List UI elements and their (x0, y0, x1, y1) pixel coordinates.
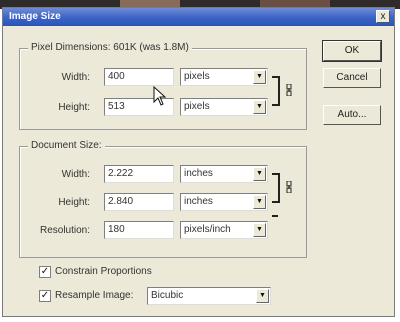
doc-width-label: Width: (61, 169, 90, 180)
doc-width-input[interactable]: 2.222 (104, 165, 174, 183)
dialog-title: Image Size (9, 11, 61, 22)
pixel-height-label: Height: (58, 102, 90, 113)
constrain-proportions-label: Constrain Proportions (55, 266, 152, 277)
image-size-dialog: Image Size x Pixel Dimensions: 601K (was… (2, 7, 395, 317)
pixel-height-unit-value: pixels (184, 101, 210, 112)
doc-link-bracket (272, 173, 280, 203)
pixel-height-unit-select[interactable]: pixels ▼ (180, 98, 268, 116)
chain-link-icon (286, 181, 292, 193)
resolution-unit-select[interactable]: pixels/inch ▼ (180, 221, 268, 239)
auto-button[interactable]: Auto... (323, 105, 381, 125)
resample-image-label: Resample Image: (55, 290, 134, 301)
resample-image-checkbox[interactable]: ✓ (39, 290, 51, 302)
chain-link-icon (286, 84, 292, 96)
resolution-label: Resolution: (39, 225, 90, 236)
pixel-link-bracket (272, 76, 280, 106)
close-button[interactable]: x (376, 10, 390, 23)
title-bar[interactable]: Image Size x (3, 8, 394, 26)
pixel-dimensions-legend: Pixel Dimensions: 601K (was 1.8M) (28, 42, 192, 53)
ok-button[interactable]: OK (322, 40, 382, 62)
document-size-group: Document Size: Width: 2.222 inches ▼ Hei… (19, 140, 307, 258)
pixel-width-unit-select[interactable]: pixels ▼ (180, 68, 268, 86)
constrain-proportions-checkbox[interactable]: ✓ (39, 266, 51, 278)
doc-width-unit-value: inches (184, 168, 213, 179)
document-size-legend: Document Size: (28, 140, 105, 151)
checkmark-icon: ✓ (40, 266, 50, 277)
chevron-down-icon[interactable]: ▼ (253, 70, 266, 84)
resolution-link-tick (272, 215, 278, 217)
doc-height-input[interactable]: 2.840 (104, 193, 174, 211)
doc-height-unit-select[interactable]: inches ▼ (180, 193, 268, 211)
mouse-pointer-icon (153, 86, 167, 106)
cancel-button[interactable]: Cancel (323, 68, 381, 88)
chevron-down-icon[interactable]: ▼ (253, 167, 266, 181)
close-icon: x (380, 11, 386, 22)
pixel-width-unit-value: pixels (184, 71, 210, 82)
pixel-width-input[interactable]: 400 (104, 68, 174, 86)
chevron-down-icon[interactable]: ▼ (253, 195, 266, 209)
chevron-down-icon[interactable]: ▼ (253, 100, 266, 114)
checkmark-icon: ✓ (40, 290, 50, 301)
chevron-down-icon[interactable]: ▼ (253, 223, 266, 237)
doc-height-label: Height: (58, 197, 90, 208)
doc-width-unit-select[interactable]: inches ▼ (180, 165, 268, 183)
resolution-input[interactable]: 180 (104, 221, 174, 239)
doc-height-unit-value: inches (184, 196, 213, 207)
pixel-width-label: Width: (61, 72, 90, 83)
resolution-unit-value: pixels/inch (184, 224, 231, 235)
resample-method-select[interactable]: Bicubic ▼ (147, 287, 271, 305)
chevron-down-icon[interactable]: ▼ (256, 289, 269, 303)
resample-method-value: Bicubic (151, 290, 184, 301)
